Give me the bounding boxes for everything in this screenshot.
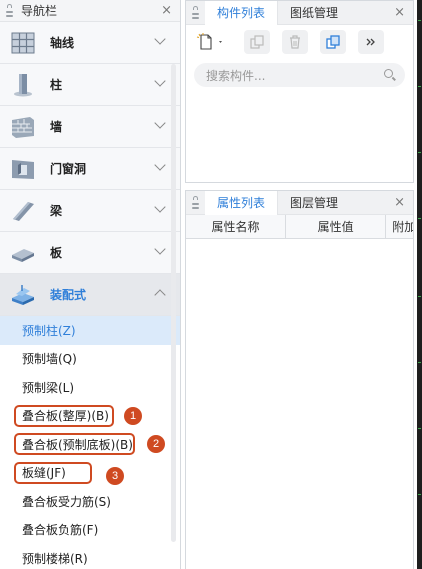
chevron-down-icon[interactable]: [154, 159, 166, 171]
beam-icon: [10, 199, 36, 223]
sub-item-composite-slab-precast[interactable]: 叠合板(预制底板)(B) 2: [0, 430, 180, 459]
step-badge: 1: [124, 406, 142, 425]
copy-icon: [250, 35, 264, 49]
sub-item-label: 预制楼梯(R): [22, 551, 88, 566]
column-header-name[interactable]: 属性名称: [186, 215, 287, 238]
nav-category-label: 梁: [50, 204, 63, 218]
copy-component-button[interactable]: [244, 30, 270, 54]
drag-handle-icon[interactable]: [6, 4, 13, 17]
drag-handle-icon[interactable]: [192, 196, 199, 209]
property-list-panel: 属性列表 图层管理 × 属性名称 属性值 附加: [185, 190, 414, 569]
property-table-header: 属性名称 属性值 附加: [186, 215, 413, 239]
new-file-icon: [196, 33, 222, 50]
nav-title: 导航栏: [21, 4, 58, 18]
property-panel-header: 属性列表 图层管理 ×: [186, 190, 413, 215]
search-icon[interactable]: [384, 69, 393, 78]
tab-layer-management[interactable]: 图层管理: [278, 191, 350, 215]
tab-drawing-management[interactable]: 图纸管理: [278, 1, 350, 25]
step-badge: 3: [106, 466, 124, 485]
sub-item-prefab-column[interactable]: 预制柱(Z): [0, 316, 180, 345]
nav-category-column[interactable]: 柱: [0, 64, 180, 106]
column-header-extra[interactable]: 附加: [386, 215, 413, 238]
delete-component-button[interactable]: [282, 30, 308, 54]
sub-item-prefab-wall[interactable]: 预制墙(Q): [0, 345, 180, 374]
sub-item-prefab-beam[interactable]: 预制梁(L): [0, 373, 180, 402]
sub-item-slab-negative-rebar[interactable]: 叠合板负筋(F): [0, 516, 180, 545]
sub-item-slab-joint[interactable]: 板缝(JF) 3: [0, 459, 180, 488]
component-search-input[interactable]: 搜索构件...: [194, 63, 405, 87]
nav-category-label: 门窗洞: [50, 162, 87, 176]
nav-scrollbar[interactable]: [171, 64, 176, 542]
trash-icon: [290, 35, 300, 49]
wall-icon: [10, 115, 36, 139]
drawing-area-edge: [417, 0, 422, 569]
nav-category-label: 柱: [50, 78, 63, 92]
more-button[interactable]: [358, 30, 384, 54]
sub-item-label: 预制梁(L): [22, 380, 75, 395]
sub-item-composite-slab-full[interactable]: 叠合板(整厚)(B) 1: [0, 402, 180, 431]
sub-item-label: 叠合板负筋(F): [22, 523, 99, 538]
nav-category-prefab[interactable]: 装配式: [0, 274, 180, 316]
nav-category-axis[interactable]: 轴线: [0, 22, 180, 64]
search-placeholder: 搜索构件...: [206, 68, 266, 83]
component-panel-header: 构件列表 图纸管理 ×: [186, 0, 413, 25]
double-chevron-right-icon: [366, 38, 375, 46]
nav-category-beam[interactable]: 梁: [0, 190, 180, 232]
column-icon: [10, 73, 36, 97]
nav-category-slab[interactable]: 板: [0, 232, 180, 274]
nav-category-wall[interactable]: 墙: [0, 106, 180, 148]
chevron-down-icon[interactable]: [154, 201, 166, 213]
tab-component-list[interactable]: 构件列表: [205, 0, 279, 25]
chevron-up-icon[interactable]: [154, 289, 166, 301]
sub-item-prefab-stair[interactable]: 预制楼梯(R): [0, 544, 180, 569]
sub-item-slab-main-rebar[interactable]: 叠合板受力筋(S): [0, 487, 180, 516]
chevron-down-icon[interactable]: [154, 75, 166, 87]
tab-property-list[interactable]: 属性列表: [205, 190, 279, 215]
sub-item-label: 叠合板受力筋(S): [22, 494, 111, 509]
slab-icon: [10, 241, 36, 265]
grid-axis-icon: [10, 31, 36, 55]
close-icon[interactable]: ×: [161, 3, 172, 19]
layer-copy-button[interactable]: [320, 30, 346, 54]
navigation-panel: 导航栏 × 轴线 柱 墙 门窗洞 梁 板 装配式 预制柱(Z) 预制墙(Q) 预…: [0, 0, 181, 569]
nav-category-label: 装配式: [50, 288, 87, 302]
sub-item-label: 叠合板(整厚)(B): [22, 409, 109, 424]
chevron-down-icon[interactable]: [154, 117, 166, 129]
sub-item-label: 预制柱(Z): [22, 323, 76, 338]
chevron-down-icon[interactable]: [154, 33, 166, 45]
component-toolbar: [186, 25, 413, 59]
nav-category-door-window[interactable]: 门窗洞: [0, 148, 180, 190]
nav-category-label: 墙: [50, 120, 63, 134]
sub-item-label: 叠合板(预制底板)(B): [22, 437, 133, 452]
layer-copy-icon: [326, 35, 340, 49]
prefab-icon: [10, 283, 36, 307]
close-icon[interactable]: ×: [394, 195, 405, 211]
column-header-value[interactable]: 属性值: [286, 215, 387, 238]
drag-handle-icon[interactable]: [192, 6, 199, 19]
sub-item-label: 预制墙(Q): [22, 352, 77, 367]
nav-category-label: 轴线: [50, 36, 75, 50]
nav-category-label: 板: [50, 246, 63, 260]
new-component-button[interactable]: [194, 30, 228, 54]
sub-item-label: 板缝(JF): [22, 466, 66, 481]
door-window-icon: [10, 157, 36, 181]
chevron-down-icon[interactable]: [154, 243, 166, 255]
close-icon[interactable]: ×: [394, 5, 405, 21]
component-list-panel: 构件列表 图纸管理 × 搜索构件...: [185, 0, 414, 183]
step-badge: 2: [147, 435, 165, 453]
nav-header: 导航栏 ×: [0, 0, 180, 22]
